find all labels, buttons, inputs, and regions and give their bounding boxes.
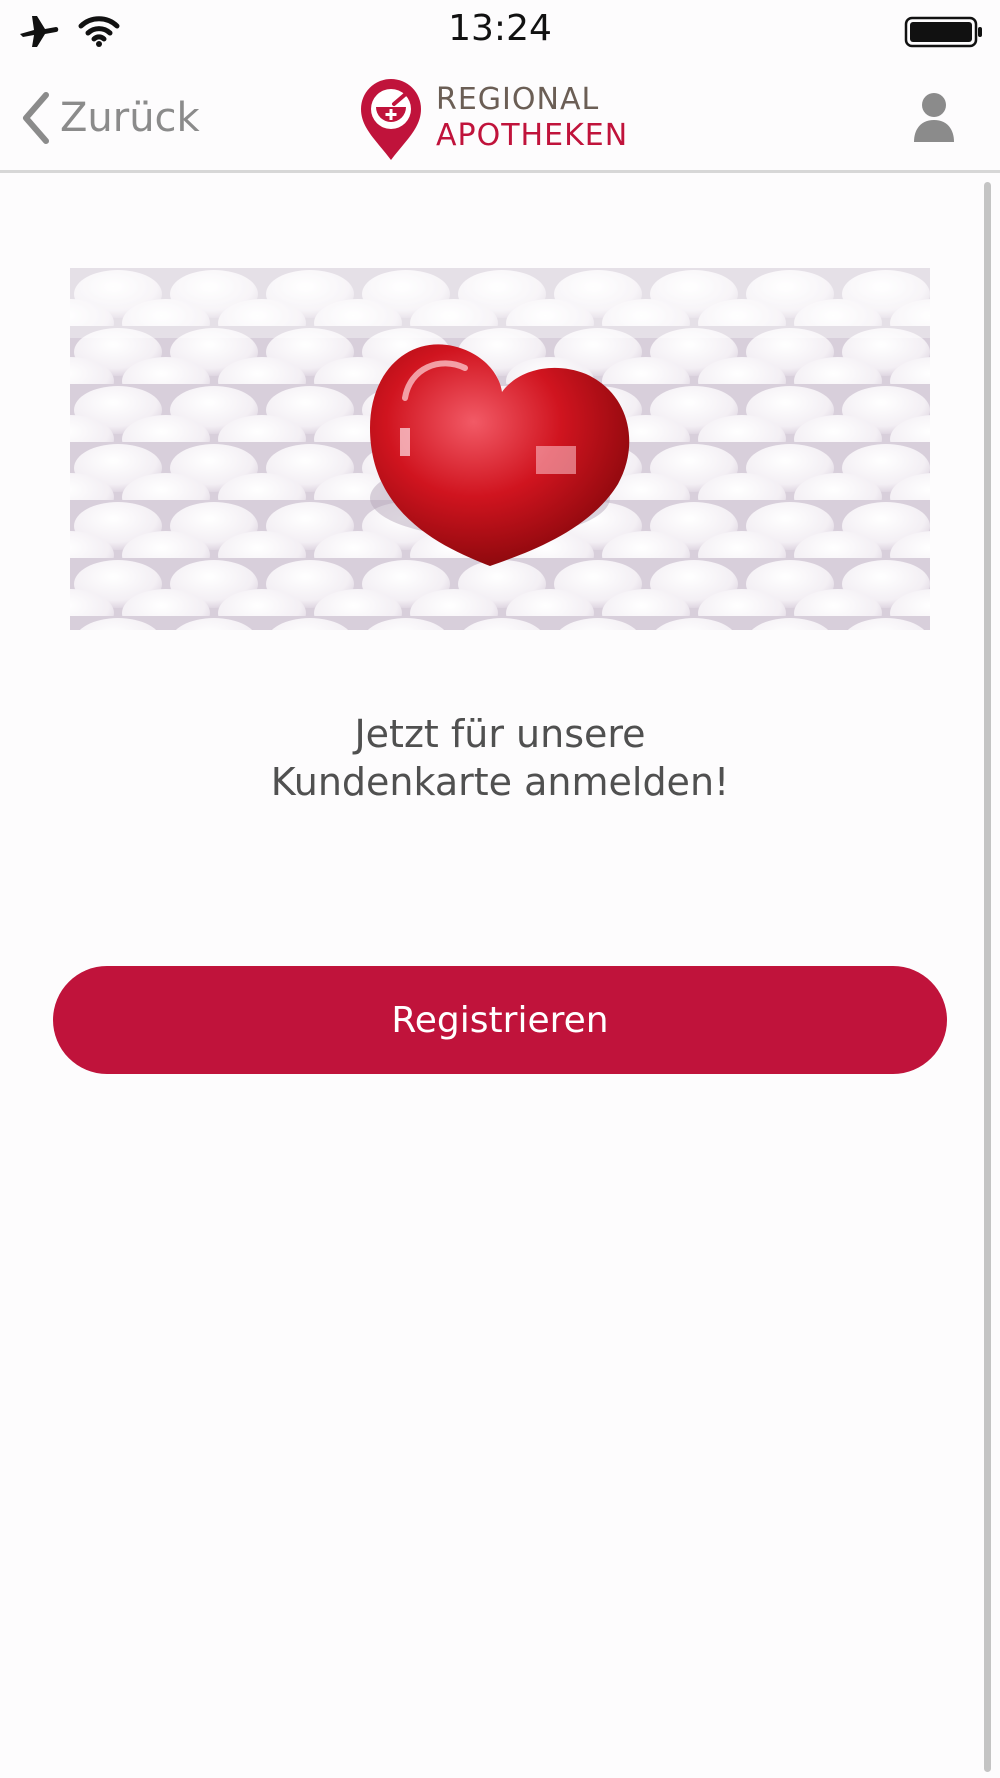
headline-line-1: Jetzt für unsere (354, 712, 646, 756)
status-bar: 13:24 (0, 0, 1000, 62)
logo-text-regional: REGIONAL (436, 82, 600, 117)
hero-image (70, 268, 930, 630)
person-icon[interactable] (910, 90, 958, 144)
heart-on-pills-image (70, 268, 930, 630)
register-button[interactable]: Registrieren (53, 966, 947, 1074)
headline-line-2: Kundenkarte anmelden! (270, 760, 730, 804)
status-time: 13:24 (448, 8, 552, 49)
app-screen: 13:24 Zurück REGIONAL APOTHEKEN Jetzt fü… (0, 0, 1000, 1778)
back-button[interactable]: Zurück (18, 88, 200, 148)
logo-text-apotheken: APOTHEKEN (436, 118, 629, 153)
mortar-pin-icon (361, 79, 421, 160)
regional-apotheken-logo: REGIONAL APOTHEKEN (358, 76, 648, 162)
scrollbar[interactable] (984, 182, 991, 1772)
signup-headline: Jetzt für unsere Kundenkarte anmelden! (100, 710, 900, 806)
back-label: Zurück (60, 95, 200, 141)
battery-icon (904, 16, 982, 48)
chevron-left-icon (23, 92, 49, 144)
navigation-bar: Zurück REGIONAL APOTHEKEN (0, 62, 1000, 173)
